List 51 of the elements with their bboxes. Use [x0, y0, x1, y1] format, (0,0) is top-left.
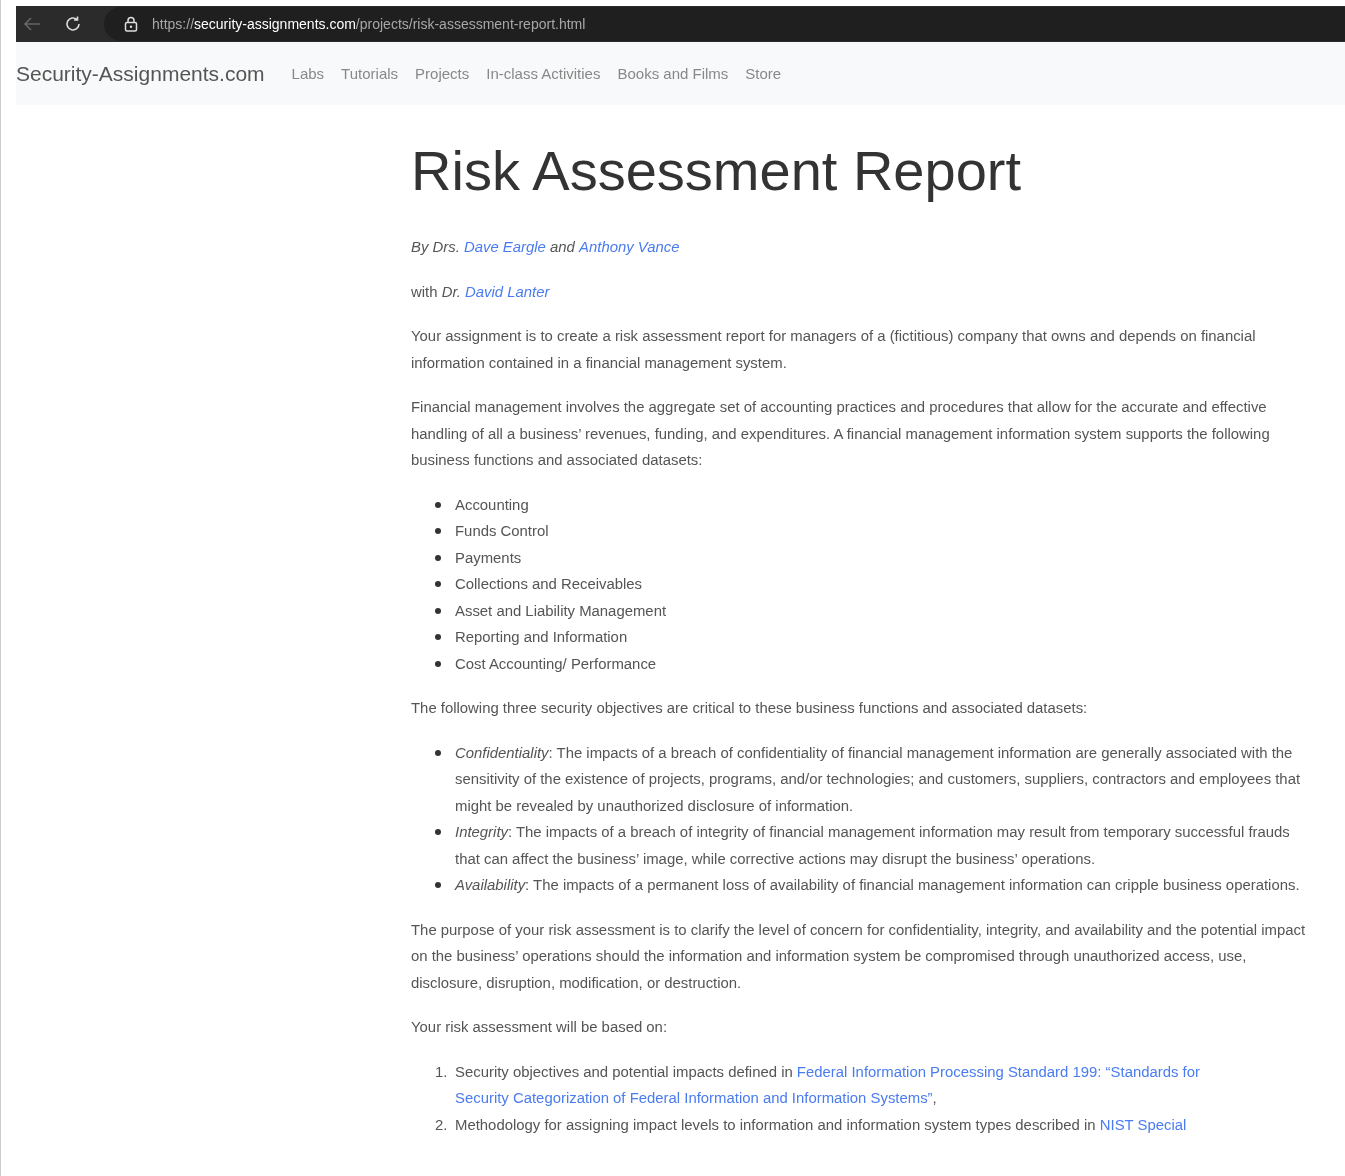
- list-item-text: Collections and Receivables: [455, 575, 644, 594]
- author-link[interactable]: David Lanter: [465, 283, 550, 300]
- list-item-text: Accounting: [455, 495, 530, 515]
- paragraph-text: Your risk assessment will be based on:: [411, 1019, 668, 1035]
- list-number: 2.: [435, 1115, 449, 1135]
- reload-icon[interactable]: [64, 15, 82, 33]
- url-text: https://security-assignments.com/projects/risk-assessment-report.html: [152, 16, 586, 32]
- list-item-text: Asset and Liability Management: [455, 601, 668, 621]
- nav-link[interactable]: Projects: [415, 65, 470, 82]
- reference-link[interactable]: Security Categorization of Federal Information and Information Systems”: [455, 1090, 933, 1106]
- paragraph-text: with Dr.: [411, 283, 461, 300]
- address-bar[interactable]: https://security-assignments.com/projects/risk-assessment-report.html: [104, 7, 1345, 41]
- list-item-text: Methodology for assigning impact levels to information and information system types described in: [455, 1116, 1096, 1133]
- nav-link[interactable]: Tutorials: [341, 65, 399, 82]
- bullet-icon: [435, 749, 441, 756]
- back-icon[interactable]: [22, 16, 42, 32]
- paragraph-text: The purpose of your risk assessment is to clarify the level of concern for confidentiality, integrity, and availability and the potential impact on the business’ operations should the information and information system be compromised through unauthorized access, use, disclosure, disruption, modification, or destruction.: [411, 921, 1306, 991]
- list-item-text: Security objectives and potential impacts defined in: [455, 1063, 793, 1080]
- paragraph-text: Your assignment is to create a risk assessment report for managers of a (fictitious) company that owns and depends on financial information contained in a financial management system.: [411, 328, 1256, 371]
- site-brand-link[interactable]: Security-Assignments.com: [16, 61, 265, 86]
- reference-link[interactable]: Federal Information Processing Standard 199: “Standards for: [796, 1063, 1200, 1080]
- author-link[interactable]: Dave Eargle: [463, 239, 546, 255]
- bullet-icon: [435, 607, 441, 614]
- list-item-text: Cost Accounting/ Performance: [455, 654, 658, 674]
- paragraph-text: Financial management involves the aggregate set of accounting practices and procedures that allow for the accurate and effective handling of all a business’ revenues, funding, and expenditures. A financial management information system supports the following business functions and associated datasets:: [411, 399, 1270, 468]
- nav-link[interactable]: Store: [745, 65, 782, 82]
- bullet-icon: [435, 882, 441, 888]
- list-item-text: ,: [932, 1090, 937, 1106]
- list-item-text: Availability: The impacts of a permanent loss of availability of financial management information can cripple business operations.: [455, 876, 1301, 895]
- list-number: 1.: [435, 1062, 449, 1082]
- bullet-icon: [435, 660, 441, 667]
- bullet-icon: [435, 501, 441, 508]
- reference-link[interactable]: NIST Special: [1099, 1116, 1187, 1133]
- list-item-text: Reporting and Information: [455, 628, 629, 647]
- list-item-text: Integrity: The impacts of a breach of integrity of financial management information may result from temporary successful frauds that can affect the business’ image, while corrective actions may disrupt the business’ operations.: [455, 823, 1291, 869]
- list-item-text: Confidentiality: The impacts of a breach of confidentiality of financial management information are generally associated with the sensitivity of the existence of projects, programs, and/or technologies; and customers, suppliers, contractors and employees that might be revealed by unauthorized disclosure of information.: [455, 743, 1302, 816]
- list-item-text: Payments: [455, 548, 523, 568]
- bullet-icon: [435, 554, 441, 561]
- nav-link[interactable]: Books and Films: [617, 65, 729, 82]
- paragraph-text: The following three security objectives are critical to these business functions and associated datasets:: [411, 700, 1088, 716]
- author-link[interactable]: Anthony Vance: [579, 239, 680, 255]
- bullet-icon: [435, 829, 441, 835]
- lock-icon: [124, 16, 138, 32]
- paragraph-text: By Drs.: [411, 239, 460, 255]
- bullet-icon: [435, 581, 441, 587]
- nav-link[interactable]: In-class Activities: [486, 65, 601, 82]
- bullet-icon: [435, 528, 441, 534]
- list-item-text: Funds Control: [455, 522, 550, 541]
- bullet-icon: [435, 634, 441, 640]
- nav-link[interactable]: Labs: [291, 65, 325, 82]
- paragraph-text: and: [550, 239, 575, 255]
